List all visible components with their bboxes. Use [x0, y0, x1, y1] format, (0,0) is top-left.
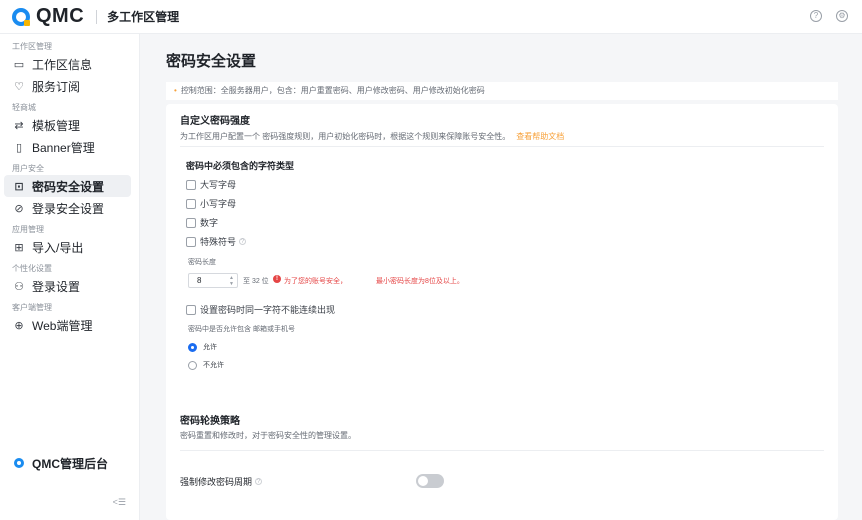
- length-suffix: 至 32 位: [243, 278, 269, 285]
- sidebar-item-label: 导入/导出: [32, 240, 84, 255]
- contain-info-label: 密码中是否允许包含 邮箱或手机号: [188, 326, 295, 333]
- checkbox-label: 设置密码时同一字符不能连续出现: [200, 305, 336, 315]
- logo[interactable]: QMC: [12, 5, 84, 28]
- checkbox[interactable]: [186, 304, 196, 315]
- checkbox[interactable]: [186, 198, 196, 209]
- swap-icon: ⇄: [14, 119, 24, 132]
- sidebar-group-title: 个性化设置: [12, 264, 52, 273]
- sidebar-item-label: 登录设置: [32, 279, 81, 294]
- error-text-2: 最小密码长度为8位及以上。: [376, 278, 464, 285]
- sidebar-item-web-management[interactable]: ⊕ Web端管理: [4, 314, 131, 336]
- error-text-1: 为了您的账号安全，: [284, 278, 347, 285]
- sidebar-item-login-security[interactable]: ⊘ 登录安全设置: [4, 197, 131, 219]
- force-change-label: 强制修改密码周期: [180, 477, 253, 487]
- sidebar: 工作区管理 ▭ 工作区信息 ♡ 服务订阅 轻商城 ⇄ 模板管理 ▯ Banner…: [0, 34, 140, 520]
- checkbox-no-consecutive[interactable]: 设置密码时同一字符不能连续出现: [186, 303, 335, 316]
- admin-console-link[interactable]: QMC管理后台: [0, 452, 108, 474]
- checkbox-digits[interactable]: 数字: [186, 216, 218, 229]
- stepper-arrows-icon[interactable]: ▲ ▼: [229, 275, 234, 287]
- monitor-icon: ▭: [13, 58, 25, 71]
- scope-notice: • 控制范围：全服务器用户，包含：用户重置密码、用户修改密码、用户修改初始化密码: [166, 82, 838, 100]
- radio-label: 不允许: [203, 362, 224, 369]
- sidebar-group-title: 轻商城: [12, 103, 36, 112]
- admin-console-label: QMC管理后台: [32, 456, 108, 471]
- force-change-row: 强制修改密码周期 ?: [180, 475, 263, 488]
- sidebar-item-login-settings[interactable]: ⚇ 登录设置: [4, 275, 131, 297]
- heart-icon: ♡: [14, 80, 24, 93]
- question-circle-icon[interactable]: ?: [255, 478, 263, 485]
- sidebar-item-password-security[interactable]: ⊡ 密码安全设置: [4, 175, 131, 197]
- notice-text: 控制范围：全服务器用户，包含：用户重置密码、用户修改密码、用户修改初始化密码: [180, 86, 485, 95]
- section-description: 为工作区用户配置一个 密码强度规则，用户初始化密码时，根据这个规则来保障账号安全…: [180, 131, 564, 142]
- sidebar-item-label: 密码安全设置: [32, 179, 105, 194]
- char-types-title: 密码中必须包含的字符类型: [186, 161, 295, 171]
- radio-disallow[interactable]: 不允许: [188, 360, 224, 370]
- sidebar-group-title: 工作区管理: [12, 42, 52, 51]
- checkbox-label: 大写字母: [200, 180, 237, 190]
- lock-icon: ⊡: [14, 180, 24, 193]
- error-icon: !: [273, 275, 281, 283]
- banner-icon: ▯: [15, 141, 23, 154]
- brand-name: QMC: [36, 5, 85, 27]
- shield-check-icon: ⊘: [14, 202, 24, 215]
- sidebar-item-banner-management[interactable]: ▯ Banner管理: [4, 136, 131, 158]
- password-strength-card: 自定义密码强度 为工作区用户配置一个 密码强度规则，用户初始化密码时，根据这个规…: [166, 104, 838, 418]
- section-description-text: 为工作区用户配置一个 密码强度规则，用户初始化密码时，根据这个规则来保障账号安全…: [180, 132, 511, 141]
- question-circle-icon[interactable]: ?: [810, 10, 822, 22]
- notice-dot-icon: •: [174, 86, 177, 95]
- checkbox-label: 小写字母: [200, 199, 237, 209]
- sidebar-group-title: 应用管理: [12, 225, 44, 234]
- sidebar-item-workspace-info[interactable]: ▭ 工作区信息: [4, 53, 131, 75]
- help-doc-link[interactable]: 查看帮助文档: [516, 132, 564, 141]
- app-title: 多工作区管理: [107, 10, 180, 24]
- gear-icon[interactable]: ⚙: [836, 10, 848, 22]
- page-title: 密码安全设置: [166, 53, 257, 70]
- question-circle-icon[interactable]: ?: [239, 238, 247, 245]
- checkbox[interactable]: [186, 236, 196, 247]
- top-bar: QMC 多工作区管理 ? ⚙: [0, 0, 862, 34]
- checkbox-uppercase[interactable]: 大写字母: [186, 178, 236, 191]
- qmc-logo-icon: [14, 458, 24, 468]
- length-label: 密码长度: [188, 259, 216, 266]
- length-value: 8: [197, 276, 202, 285]
- sidebar-item-label: 登录安全设置: [32, 201, 105, 216]
- sidebar-item-service-subscription[interactable]: ♡ 服务订阅: [4, 75, 131, 97]
- radio-label: 允许: [203, 344, 217, 351]
- radio-button[interactable]: [188, 360, 197, 370]
- checkbox-special[interactable]: 特殊符号 ?: [186, 235, 247, 248]
- divider: [180, 146, 824, 147]
- section-description: 密码重置和修改时，对于密码安全性的管理设置。: [180, 431, 356, 440]
- divider: [180, 450, 824, 451]
- checkbox-label: 数字: [200, 218, 219, 228]
- checkbox[interactable]: [186, 179, 196, 190]
- length-stepper[interactable]: 8 ▲ ▼: [188, 273, 238, 288]
- globe-icon: ⊕: [14, 319, 24, 332]
- qmc-logo-icon: [12, 7, 30, 26]
- sidebar-item-import-export[interactable]: ⊞ 导入/导出: [4, 236, 131, 258]
- sidebar-group-title: 用户安全: [12, 164, 44, 173]
- section-title: 密码轮换策略: [180, 416, 240, 427]
- force-change-toggle[interactable]: [416, 474, 444, 488]
- radio-allow[interactable]: 允许: [188, 342, 217, 352]
- sidebar-group-title: 客户端管理: [12, 303, 52, 312]
- main-content: 密码安全设置 • 控制范围：全服务器用户，包含：用户重置密码、用户修改密码、用户修…: [140, 34, 862, 520]
- collapse-icon[interactable]: <☰: [113, 497, 126, 508]
- checkbox-lowercase[interactable]: 小写字母: [186, 197, 236, 210]
- password-rotation-card: 密码轮换策略 密码重置和修改时，对于密码安全性的管理设置。 强制修改密码周期 ?: [166, 400, 838, 520]
- header-divider: [96, 9, 98, 24]
- grid-icon: ⊞: [14, 241, 24, 254]
- radio-button[interactable]: [188, 342, 197, 352]
- sidebar-item-label: Web端管理: [32, 318, 93, 333]
- user-icon: ⚇: [14, 280, 24, 293]
- sidebar-item-label: 工作区信息: [32, 57, 93, 72]
- sidebar-item-label: Banner管理: [32, 140, 95, 155]
- sidebar-item-label: 模板管理: [32, 118, 81, 133]
- section-title: 自定义密码强度: [180, 116, 250, 127]
- checkbox[interactable]: [186, 217, 196, 228]
- sidebar-item-template-management[interactable]: ⇄ 模板管理: [4, 114, 131, 136]
- sidebar-item-label: 服务订阅: [32, 79, 81, 94]
- checkbox-label: 特殊符号: [200, 237, 237, 247]
